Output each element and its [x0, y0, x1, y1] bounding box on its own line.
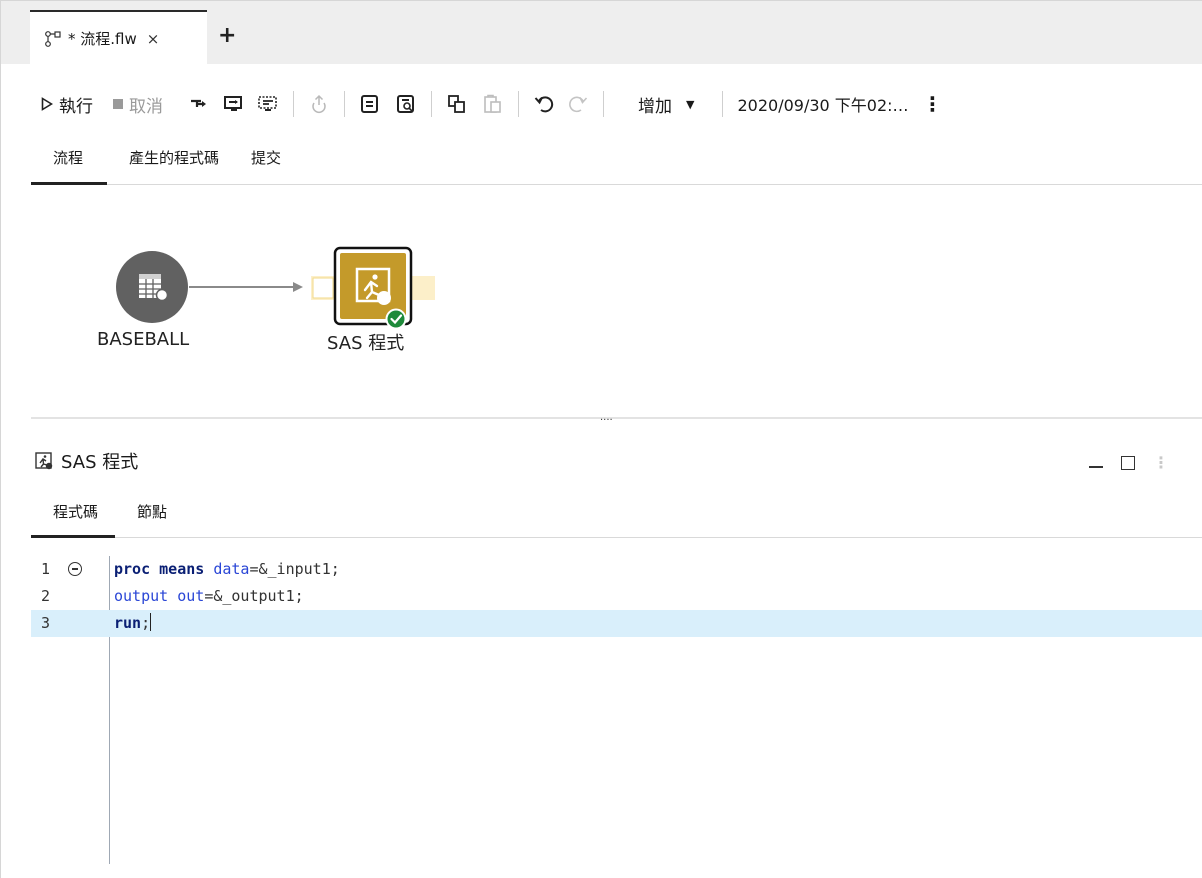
tab-generated-code[interactable]: 產生的程式碼: [107, 147, 241, 185]
code-option: data: [213, 560, 250, 578]
flow-view-tabs: 流程 產生的程式碼 提交: [31, 147, 1202, 185]
flow-canvas[interactable]: BASEBALL SAS 程式: [31, 186, 1202, 418]
tab-title: * 流程.flw: [68, 30, 137, 48]
play-icon: [41, 97, 53, 111]
save-icon: [361, 95, 378, 113]
node-baseball[interactable]: [116, 251, 188, 323]
tab-code[interactable]: 程式碼: [31, 498, 116, 538]
last-run-timestamp: 2020/09/30 下午02:…: [737, 96, 909, 115]
toolbar-separator: [603, 91, 604, 117]
add-tab-button[interactable]: +: [218, 25, 236, 47]
arrow-head-icon: [293, 282, 303, 292]
code-keyword: run: [114, 614, 142, 632]
line-number: 2: [41, 587, 51, 605]
panel-tabs: 程式碼 節點: [31, 498, 1202, 538]
code-statement: output out: [114, 587, 205, 605]
paste-button[interactable]: [482, 85, 504, 123]
screen-select-icon: [258, 96, 277, 111]
cancel-button[interactable]: 取消: [113, 85, 163, 123]
redo-button[interactable]: [567, 85, 589, 123]
splitter[interactable]: [31, 417, 1202, 419]
close-tab-icon[interactable]: ×: [147, 30, 160, 48]
panel-title: SAS 程式: [61, 452, 139, 473]
copy-icon: [448, 95, 465, 113]
upload-button[interactable]: [308, 85, 330, 123]
fold-collapse-icon[interactable]: [68, 562, 82, 576]
monitor-run-icon: [224, 96, 242, 111]
maximize-icon[interactable]: [1121, 455, 1135, 470]
run-label: 執行: [59, 96, 93, 117]
toolbar-separator: [722, 91, 724, 117]
line-number: 3: [41, 614, 51, 632]
toolbar-separator: [344, 91, 345, 117]
tab-submit[interactable]: 提交: [241, 147, 303, 185]
panel-header: SAS 程式: [35, 448, 138, 474]
app-frame: * 流程.flw × + 執行 取消 增加 ▼ 2020/09/30 下午02:…: [0, 0, 1202, 878]
cancel-label: 取消: [129, 96, 163, 117]
node-sas-program[interactable]: [333, 246, 413, 330]
run-selection-button[interactable]: [257, 85, 279, 123]
panel-controls: ⋮: [1089, 453, 1169, 472]
save-as-button[interactable]: [395, 85, 417, 123]
sas-program-icon: [35, 452, 53, 470]
copy-button[interactable]: [446, 85, 468, 123]
save-button[interactable]: [359, 85, 381, 123]
toolbar: 執行 取消 增加 ▼ 2020/09/30 下午02:… ⋮: [31, 85, 1201, 123]
run-button[interactable]: 執行: [41, 85, 93, 123]
code-rest: =&_output1;: [204, 587, 304, 605]
add-label: 增加: [638, 96, 672, 117]
node-label-baseball: BASEBALL: [97, 329, 190, 350]
minimize-icon[interactable]: [1089, 465, 1103, 468]
flow-icon: [45, 30, 61, 47]
splitter-handle[interactable]: ....: [600, 412, 613, 423]
code-rest: ;: [141, 614, 151, 632]
code-text: proc means data=&_input1;: [114, 556, 340, 583]
code-text: run;: [114, 610, 152, 637]
text-cursor: [150, 613, 152, 631]
code-rest: =&_input1;: [249, 560, 340, 578]
flow-diagram: [116, 246, 435, 330]
upload-icon: [312, 94, 326, 113]
toolbar-separator: [518, 91, 519, 117]
redo-icon: [569, 96, 588, 113]
code-line[interactable]: 2 output out=&_output1;: [31, 583, 1202, 610]
code-editor[interactable]: 1 proc means data=&_input1; 2 output out…: [31, 556, 1202, 878]
line-number: 1: [41, 560, 51, 578]
code-line[interactable]: 1 proc means data=&_input1;: [31, 556, 1202, 583]
code-line-current[interactable]: 3 run;: [31, 610, 1202, 637]
run-node-button[interactable]: [223, 85, 245, 123]
toolbar-separator: [293, 91, 294, 117]
panel-more-icon[interactable]: ⋮: [1153, 453, 1169, 472]
undo-icon: [534, 96, 554, 113]
code-keyword: proc means: [114, 560, 214, 578]
undo-button[interactable]: [533, 85, 555, 123]
input-port: [312, 277, 334, 299]
tab-flow-file[interactable]: * 流程.flw ×: [30, 10, 207, 65]
paste-icon: [484, 94, 501, 113]
success-check-icon: [385, 308, 407, 330]
add-dropdown[interactable]: 增加 ▼: [638, 85, 694, 123]
caret-down-icon: ▼: [686, 97, 695, 111]
tab-node[interactable]: 節點: [115, 498, 187, 538]
run-from-node-icon: [191, 99, 206, 107]
node-label-sas-program: SAS 程式: [327, 333, 405, 354]
more-options-icon[interactable]: ⋮: [923, 85, 943, 123]
code-text: output out=&_output1;: [114, 583, 304, 610]
tab-flow[interactable]: 流程: [31, 147, 108, 185]
stop-icon: [113, 99, 123, 109]
save-as-icon: [397, 95, 414, 113]
tab-bar: * 流程.flw × +: [1, 1, 1202, 65]
step-into-button[interactable]: [189, 85, 211, 123]
toolbar-separator: [431, 91, 432, 117]
